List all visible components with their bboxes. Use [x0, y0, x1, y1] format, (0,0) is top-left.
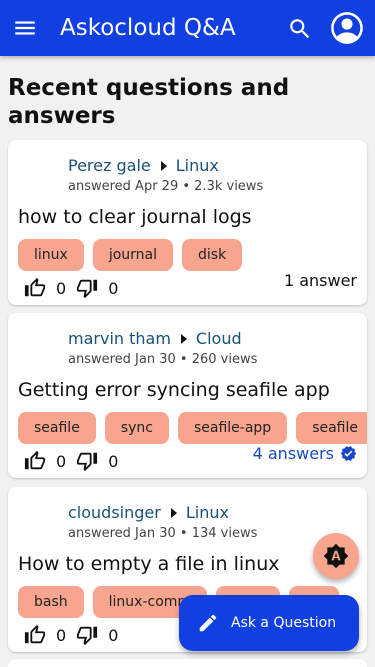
pencil-icon	[199, 614, 217, 632]
tag-chip[interactable]: disk	[182, 239, 243, 271]
tag-chip[interactable]: seafile	[18, 412, 96, 444]
upvote-count: 0	[56, 451, 67, 471]
upvote-count: 0	[56, 625, 67, 645]
ask-question-label: Ask a Question	[231, 615, 337, 631]
tag-chip[interactable]: bash	[18, 586, 84, 618]
author-link[interactable]: Perez gale	[68, 156, 151, 175]
downvote-count: 0	[108, 625, 119, 645]
thumbs-up-icon[interactable]	[24, 450, 46, 472]
caret-right-icon	[180, 333, 188, 345]
theme-toggle-button[interactable]	[313, 533, 359, 579]
answer-count[interactable]: 1 answer	[284, 271, 357, 290]
menu-button[interactable]	[0, 0, 50, 56]
brightness-auto-icon	[323, 543, 349, 569]
view-count: 260 views	[191, 352, 258, 367]
downvote-count: 0	[108, 451, 119, 471]
question-stats: answered Apr 29 • 2.3k views	[68, 179, 263, 194]
answered-date[interactable]: answered Apr 29	[68, 179, 178, 194]
page-title: Recent questions and answers	[8, 75, 290, 129]
avatar[interactable]	[22, 327, 62, 367]
ask-question-button[interactable]: Ask a Question	[179, 595, 359, 651]
separator-dot: •	[182, 179, 191, 194]
question-meta: Perez gale Linux	[68, 156, 219, 175]
menu-icon	[15, 21, 35, 35]
tag-chip[interactable]: seafile	[296, 412, 367, 444]
question-stats: answered Jan 30 • 134 views	[68, 526, 257, 541]
vote-controls: 0 0	[24, 450, 128, 472]
tag-chip[interactable]: linux	[18, 239, 84, 271]
tag-chip[interactable]: journal	[92, 239, 173, 271]
thumbs-down-icon[interactable]	[76, 450, 98, 472]
app-title[interactable]: Askocloud Q&A	[60, 15, 236, 41]
verified-check-icon	[340, 446, 357, 461]
caret-right-icon	[170, 507, 178, 519]
view-count: 134 views	[191, 526, 258, 541]
caret-right-icon	[160, 160, 168, 172]
question-title[interactable]: Getting error syncing seafile app	[18, 379, 330, 401]
upvote-count: 0	[56, 278, 67, 298]
question-meta: cloudsinger Linux	[68, 503, 229, 522]
question-card[interactable]: marvin tham Cloud answered Jan 30 • 260 …	[8, 313, 367, 478]
tag-chip[interactable]: sync	[104, 412, 169, 444]
downvote-count: 0	[108, 278, 119, 298]
category-link[interactable]: Linux	[186, 503, 229, 522]
separator-dot: •	[179, 352, 188, 367]
question-card[interactable]	[8, 659, 367, 667]
answered-date[interactable]: answered Jan 30	[68, 526, 176, 541]
search-icon	[290, 19, 310, 39]
thumbs-down-icon[interactable]	[76, 277, 98, 299]
thumbs-up-icon[interactable]	[24, 277, 46, 299]
avatar[interactable]	[22, 154, 62, 194]
category-link[interactable]: Cloud	[196, 329, 242, 348]
account-circle-icon	[331, 12, 363, 44]
answered-date[interactable]: answered Jan 30	[68, 352, 176, 367]
view-count: 2.3k views	[194, 179, 264, 194]
question-stats: answered Jan 30 • 260 views	[68, 352, 257, 367]
answer-count-label: 1 answer	[283, 271, 357, 290]
app-bar: Askocloud Q&A	[0, 0, 375, 56]
separator-dot: •	[179, 526, 188, 541]
question-title[interactable]: how to clear journal logs	[18, 206, 252, 228]
question-card[interactable]: Perez gale Linux answered Apr 29 • 2.3k …	[8, 140, 367, 305]
answer-count[interactable]: 4 answers	[253, 444, 357, 463]
question-title[interactable]: How to empty a file in linux	[18, 553, 280, 575]
tag-chip[interactable]: seafile-app	[177, 412, 288, 444]
question-meta: marvin tham Cloud	[68, 329, 242, 348]
account-button[interactable]	[327, 8, 367, 48]
tag-list: seafile sync seafile-app seafile	[18, 412, 367, 444]
thumbs-down-icon[interactable]	[76, 624, 98, 646]
author-link[interactable]: cloudsinger	[68, 503, 161, 522]
avatar[interactable]	[22, 501, 62, 541]
category-link[interactable]: Linux	[176, 156, 219, 175]
thumbs-up-icon[interactable]	[24, 624, 46, 646]
vote-controls: 0 0	[24, 277, 128, 299]
tag-list: linux journal disk	[18, 239, 243, 271]
vote-controls: 0 0	[24, 624, 128, 646]
search-button[interactable]	[283, 12, 317, 46]
answer-count-label: 4 answers	[252, 444, 334, 463]
author-link[interactable]: marvin tham	[68, 329, 171, 348]
